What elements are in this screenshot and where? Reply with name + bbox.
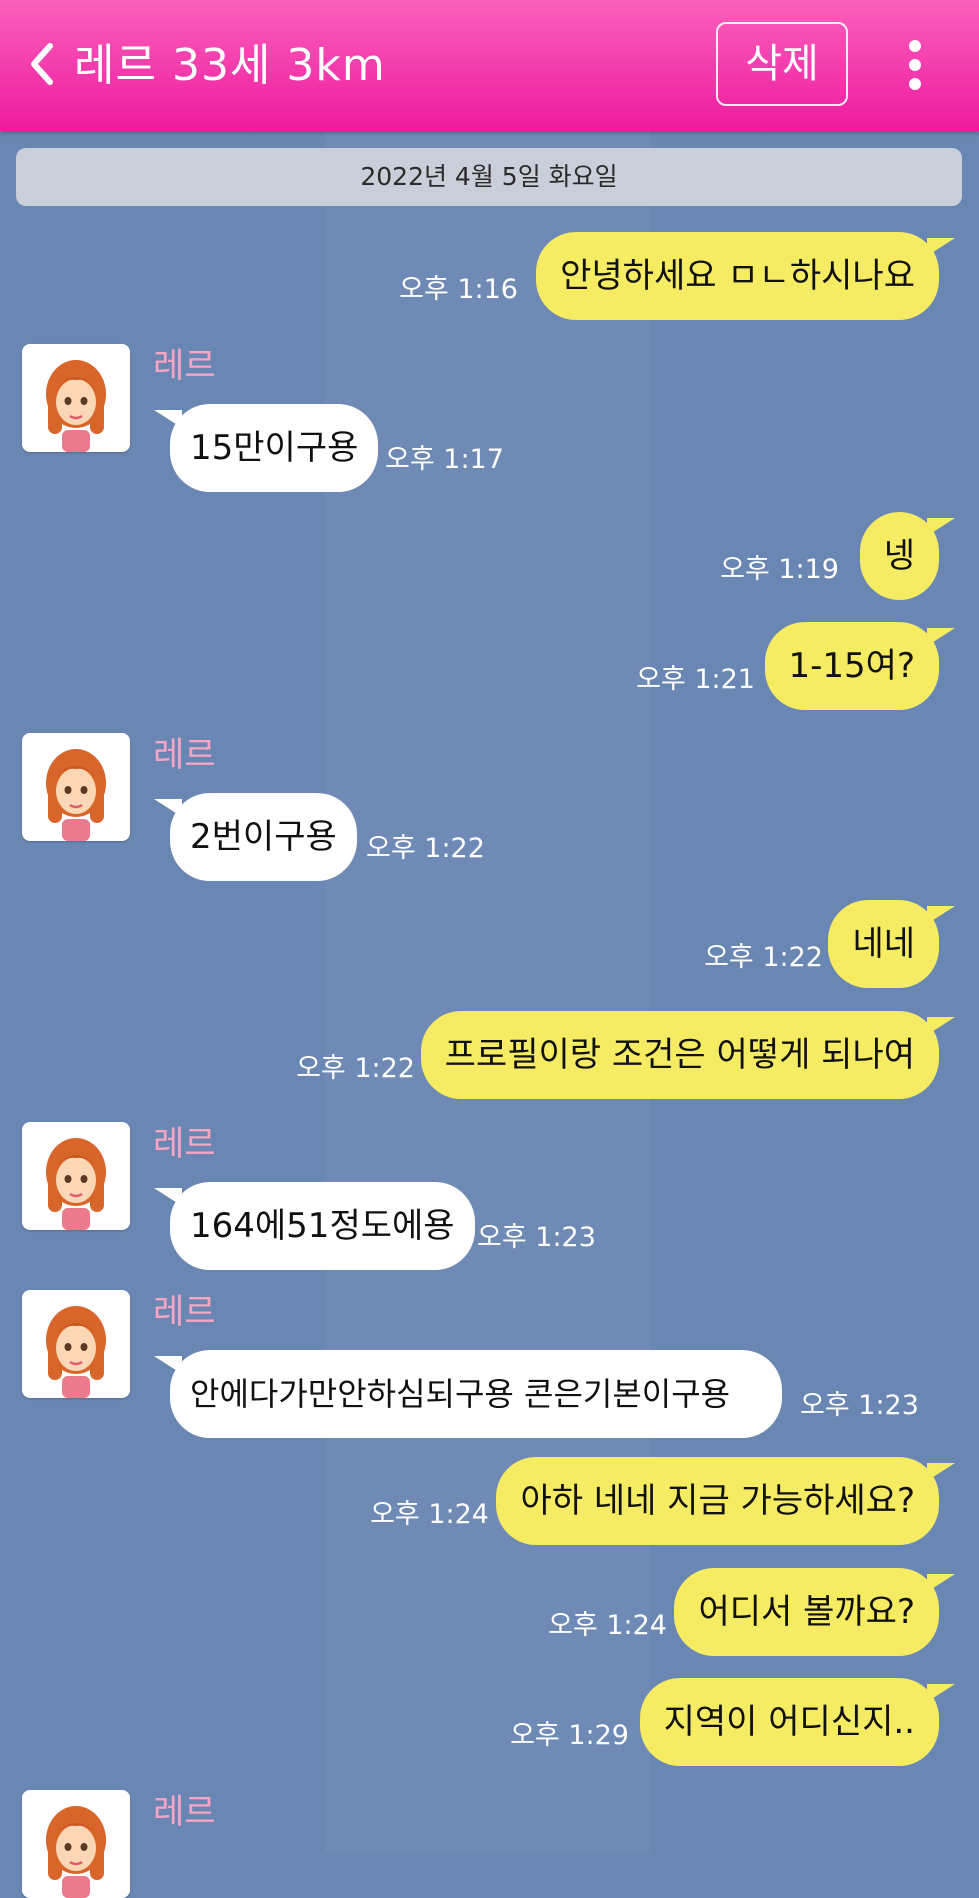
message-time: 오후 1:22: [704, 942, 823, 973]
my-message-bubble[interactable]: 안녕하세요 ㅁㄴ하시나요: [536, 232, 955, 320]
message-time: 오후 1:29: [510, 1720, 629, 1751]
my-message-bubble[interactable]: 1-15여?: [764, 622, 955, 710]
contact-avatar[interactable]: [22, 1290, 130, 1398]
chat-header: 레르 33세 3km 삭제: [0, 0, 979, 131]
sender-name: 레르: [153, 346, 216, 386]
message-time: 오후 1:24: [370, 1499, 489, 1530]
their-message-bubble[interactable]: 안에다가만안하심되구용 콘은기본이구용: [154, 1350, 782, 1438]
contact-avatar[interactable]: [22, 1122, 130, 1230]
message-time: 오후 1:16: [399, 274, 518, 305]
my-message-bubble[interactable]: 어디서 볼까요?: [674, 1568, 955, 1656]
their-message-bubble[interactable]: 2번이구용: [154, 793, 357, 881]
message-time: 오후 1:23: [477, 1222, 596, 1253]
back-chevron-icon: [31, 43, 53, 85]
avatar-image: [46, 360, 106, 452]
their-message-bubble[interactable]: 164에51정도에용: [154, 1182, 475, 1270]
background-stripe: [325, 130, 650, 1852]
contact-avatar[interactable]: [22, 344, 130, 452]
date-divider: 2022년 4월 5일 화요일: [16, 148, 962, 206]
message-time: 오후 1:22: [296, 1053, 415, 1084]
my-message-bubble[interactable]: 넹: [859, 512, 956, 600]
my-message-bubble[interactable]: 지역이 어디신지..: [639, 1678, 956, 1766]
my-message-bubble[interactable]: 프로필이랑 조건은 어떻게 되나여: [420, 1011, 956, 1099]
message-time: 오후 1:23: [800, 1390, 919, 1421]
avatar-image: [46, 1306, 106, 1398]
their-message-bubble[interactable]: 15만이구용: [153, 404, 379, 492]
my-message-bubble[interactable]: 네네: [828, 900, 955, 988]
avatar-image: [46, 749, 106, 841]
chat-title: 레르 33세 3km: [74, 40, 386, 91]
more-menu-button[interactable]: [902, 40, 928, 90]
message-time: 오후 1:21: [636, 664, 755, 695]
sender-name: 레르: [153, 1292, 216, 1332]
contact-avatar[interactable]: [22, 733, 130, 841]
avatar-image: [46, 1138, 106, 1230]
sender-name: 레르: [153, 1124, 216, 1164]
avatar-image: [46, 1806, 106, 1898]
contact-avatar[interactable]: [22, 1790, 130, 1898]
message-time: 오후 1:22: [366, 833, 485, 864]
sender-name: 레르: [153, 1792, 216, 1832]
more-vertical-icon: [902, 40, 928, 90]
sender-name: 레르: [153, 735, 216, 775]
back-button[interactable]: [24, 36, 64, 92]
my-message-bubble[interactable]: 아하 네네 지금 가능하세요?: [496, 1457, 955, 1545]
delete-button[interactable]: 삭제: [716, 22, 848, 106]
message-time: 오후 1:24: [548, 1610, 667, 1641]
message-time: 오후 1:19: [720, 554, 839, 585]
message-time: 오후 1:17: [385, 444, 504, 475]
